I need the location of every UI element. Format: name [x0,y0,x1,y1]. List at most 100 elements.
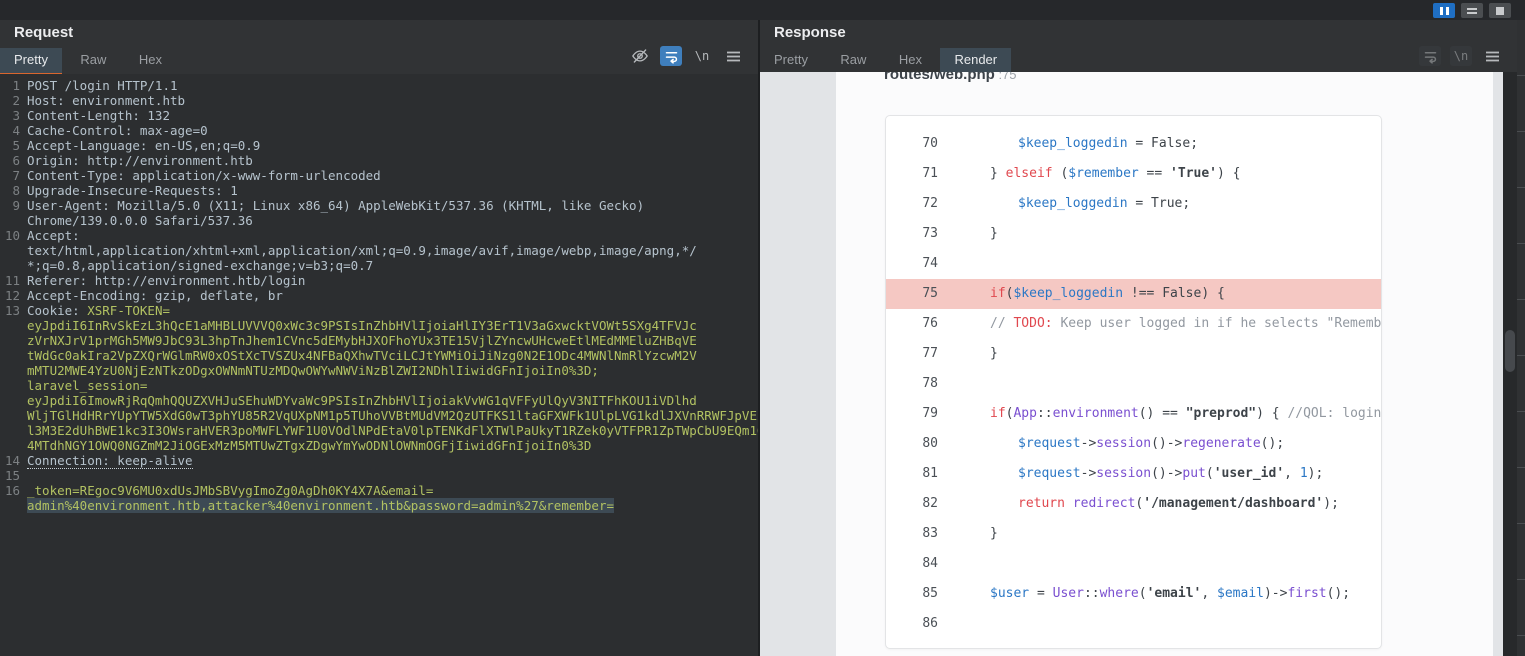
request-line[interactable]: tWdGc0akIra2VpZXQrWGlmRW0xOStXcTVSZUx4NF… [0,348,758,363]
code-line-number: 76 [886,309,938,339]
line-number: 4 [0,123,20,138]
code-text: $keep_loggedin = True; [990,189,1190,219]
line-number: 3 [0,108,20,123]
stop-icon [1496,7,1504,15]
line-text: Origin: http://environment.htb [27,153,253,168]
request-line[interactable]: 9User-Agent: Mozilla/5.0 (X11; Linux x86… [0,198,758,213]
soft-wrap-icon[interactable] [1419,46,1441,66]
request-line[interactable]: 10Accept: [0,228,758,243]
line-text: Chrome/139.0.0.0 Safari/537.36 [27,213,253,228]
request-line[interactable]: *;q=0.8,application/signed-exchange;v=b3… [0,258,758,273]
lines-icon [1467,6,1477,16]
request-tab-hex[interactable]: Hex [125,48,176,73]
request-line[interactable]: 5Accept-Language: en-US,en;q=0.9 [0,138,758,153]
request-toolbar: \n [629,46,744,66]
request-line[interactable]: 4Cache-Control: max-age=0 [0,123,758,138]
menu-icon[interactable] [1481,46,1503,66]
request-line[interactable]: 1 POST /login HTTP/1.1 [0,78,758,93]
request-line[interactable]: eyJpdiI6ImowRjRqQmhQQUZXVHJuSEhuWDYvaWc9… [0,393,758,408]
line-text: Accept-Encoding: gzip, deflate, br [27,288,283,303]
request-line[interactable]: 13Cookie: XSRF-TOKEN= [0,303,758,318]
line-number: 1 [0,78,20,93]
request-line[interactable]: 15 [0,468,758,483]
request-line[interactable]: 3Content-Length: 132 [0,108,758,123]
request-tab-pretty[interactable]: Pretty [0,48,62,75]
response-panel-title: Response [774,24,846,41]
line-text: POST /login HTTP/1.1 [27,78,178,93]
request-line[interactable]: text/html,application/xhtml+xml,applicat… [0,243,758,258]
request-panel: Request Pretty Raw Hex \n [0,20,758,656]
soft-wrap-icon[interactable] [660,46,682,66]
request-line[interactable]: laravel_session= [0,378,758,393]
request-line[interactable]: Chrome/139.0.0.0 Safari/537.36 [0,213,758,228]
request-line[interactable]: WljTGlHdHRrYUpYTW5XdG0wT3phYU85R2VqUXpNM… [0,408,758,423]
request-line[interactable]: zVrNXJrV1prMGh5MW9JbC93L3hpTnJhem1CVnc5d… [0,333,758,348]
response-tab-hex[interactable]: Hex [885,48,936,73]
request-line[interactable]: admin%40environment.htb,attacker%40envir… [0,498,758,513]
code-line-number: 79 [886,399,938,429]
request-line[interactable]: 7Content-Type: application/x-www-form-ur… [0,168,758,183]
line-number [0,333,20,348]
code-line: 82return redirect('/management/dashboard… [886,489,1381,519]
response-scrollbar-track[interactable] [1503,72,1517,656]
line-number [0,408,20,423]
code-line: 79if(App::environment() == "preprod") { … [886,399,1381,429]
menu-icon[interactable] [722,46,744,66]
newline-icon[interactable]: \n [691,46,713,66]
newline-icon[interactable]: \n [1450,46,1472,66]
hide-icon[interactable] [629,46,651,66]
request-line[interactable]: 8Upgrade-Insecure-Requests: 1 [0,183,758,198]
code-line: 83} [886,519,1381,549]
line-text: laravel_session= [27,378,147,393]
request-line[interactable]: l3M3E2dUhBWE1kc3I3OWsraHVER3poMWFLYWF1U0… [0,423,758,438]
line-text: tWdGc0akIra2VpZXQrWGlmRW0xOStXcTVSZUx4NF… [27,348,697,363]
line-number: 12 [0,288,20,303]
request-editor[interactable]: 1 POST /login HTTP/1.12Host: environment.… [0,74,758,656]
request-line[interactable]: 2Host: environment.htb [0,93,758,108]
code-line: 78 [886,369,1381,399]
code-line-number: 70 [886,129,938,159]
code-text: } elseif ($remember == 'True') { [990,159,1241,189]
line-number: 15 [0,468,20,483]
response-tabbar: Pretty Raw Hex Render [760,48,1525,72]
line-number: 9 [0,198,20,213]
code-line-highlighted: 75if($keep_loggedin !== False) { [886,279,1381,309]
response-tab-raw[interactable]: Raw [826,48,880,73]
pause-button[interactable] [1433,3,1455,18]
code-line-number: 86 [886,609,938,639]
request-tab-raw[interactable]: Raw [66,48,120,73]
code-text: $request->session()->put('user_id', 1); [990,459,1323,489]
response-tab-pretty[interactable]: Pretty [760,48,822,73]
line-text: Cookie: XSRF-TOKEN= [27,303,170,318]
line-text: Accept: [27,228,80,243]
topbar-buttons [1433,3,1511,18]
request-line[interactable]: 6Origin: http://environment.htb [0,153,758,168]
request-line[interactable]: 4MTdhNGY1OWQ0NGZmM2JiOGExMzM5MTUwZTgxZDg… [0,438,758,453]
code-line-number: 80 [886,429,938,459]
line-text: l3M3E2dUhBWE1kc3I3OWsraHVER3poMWFLYWF1U0… [27,423,765,438]
line-number [0,318,20,333]
request-line[interactable]: mMTU2MWE4YzU0NjEzNTkzODgxOWNmNTUzMDQwOWY… [0,363,758,378]
code-line: 76// TODO: Keep user logged in if he sel… [886,309,1381,339]
request-line[interactable]: 11Referer: http://environment.htb/login [0,273,758,288]
code-line: 84 [886,549,1381,579]
stop-button[interactable] [1489,3,1511,18]
lines-button[interactable] [1461,3,1483,18]
response-tab-render[interactable]: Render [940,48,1011,75]
code-line-number: 83 [886,519,938,549]
request-line[interactable]: 16_token=REgoc9V6MU0xdUsJMbSBVygImoZg0Ag… [0,483,758,498]
response-scrollbar-thumb[interactable] [1505,330,1515,372]
line-text: Upgrade-Insecure-Requests: 1 [27,183,238,198]
line-number: 11 [0,273,20,288]
global-scroll-markers[interactable] [1517,20,1525,656]
code-text: } [990,519,998,549]
code-line: 70$keep_loggedin = False; [886,129,1381,159]
code-line: 77} [886,339,1381,369]
request-line[interactable]: 12 Accept-Encoding: gzip, deflate, br [0,288,758,303]
request-line[interactable]: 14Connection: keep-alive [0,453,758,468]
code-line-number: 72 [886,189,938,219]
request-line[interactable]: eyJpdiI6InRvSkEzL3hQcE1aMHBLUVVVQ0xWc3c9… [0,318,758,333]
line-text: eyJpdiI6ImowRjRqQmhQQUZXVHJuSEhuWDYvaWc9… [27,393,697,408]
line-text: zVrNXJrV1prMGh5MW9JbC93L3hpTnJhem1CVnc5d… [27,333,697,348]
line-text: Connection: keep-alive [27,453,193,468]
